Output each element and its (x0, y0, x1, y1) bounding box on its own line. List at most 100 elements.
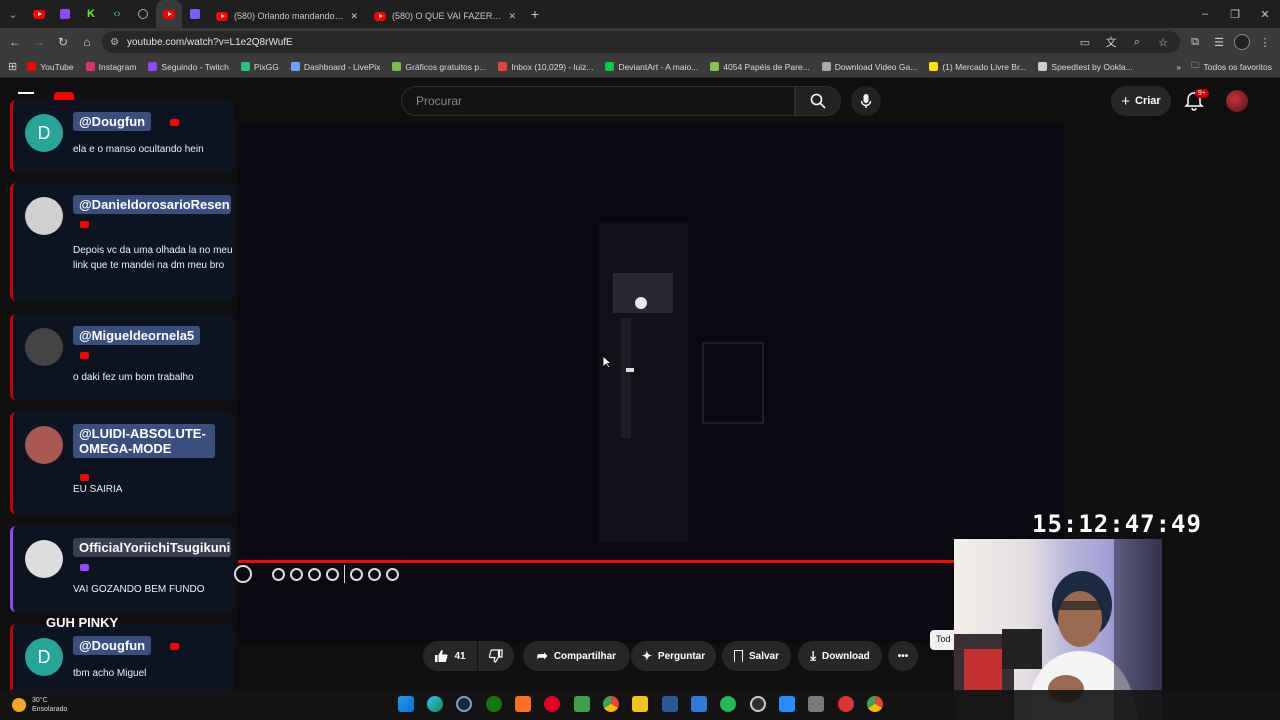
app-grid-icon[interactable] (808, 696, 824, 712)
steam-icon[interactable] (456, 696, 472, 712)
search-button[interactable] (795, 86, 841, 116)
close-window-button[interactable]: ✕ (1250, 8, 1280, 21)
bookmark-item[interactable]: Dashboard - LivePix (290, 62, 380, 72)
youtube-icon (374, 11, 386, 21)
bookmark-label: 4054 Papéis de Pare... (723, 61, 810, 72)
account-avatar[interactable] (1226, 90, 1248, 112)
bookmark-item[interactable]: YouTube (27, 61, 74, 72)
bookmark-favicon-icon (710, 62, 720, 71)
bookmark-item[interactable]: Seguindo - Twitch (148, 62, 229, 72)
edge-icon[interactable] (427, 696, 443, 712)
browser-tab[interactable]: (580) O QUE VAI FAZER AGORA ✕ (366, 4, 524, 28)
pinned-tab-globe[interactable] (130, 0, 156, 28)
bookmark-item[interactable]: PixGG (240, 62, 279, 72)
app-red-icon[interactable] (838, 696, 854, 712)
chat-username: @DanieldorosarioResen (73, 195, 231, 214)
browser-tab[interactable]: (580) Orlando mandando o pa ✕ (208, 4, 366, 28)
replay-icon[interactable] (234, 565, 252, 583)
chat-message: @LUIDI-ABSOLUTE-OMEGA-MODE EU SAIRIA (10, 412, 234, 514)
search-input[interactable]: Procurar (401, 86, 795, 116)
menu-kebab-icon[interactable]: ⋮ (1256, 36, 1274, 49)
pinned-tab-green[interactable]: ‹› (104, 0, 130, 28)
bookmark-label: YouTube (40, 61, 74, 72)
voice-search-button[interactable] (851, 86, 881, 116)
bookmark-label: Instagram (98, 61, 137, 72)
back-button[interactable]: ← (6, 35, 24, 49)
like-button[interactable]: 41 (423, 641, 477, 671)
create-button[interactable]: + Criar (1111, 86, 1171, 116)
app-terminal-icon[interactable] (662, 696, 678, 712)
bookmark-item[interactable]: DeviantArt - A maio... (605, 62, 698, 72)
translate-icon[interactable]: 文 (1102, 34, 1120, 50)
stream-timer: 15:12:47:49 (1032, 510, 1202, 538)
start-button-icon[interactable] (398, 696, 414, 712)
plus-icon: + (1121, 92, 1131, 110)
site-info-icon[interactable]: ⚙ (110, 37, 119, 48)
download-button[interactable]: ⤓ Download (798, 641, 882, 671)
pinned-tab-twitch[interactable] (52, 0, 78, 28)
video-progress-bar[interactable] (238, 560, 954, 563)
bookmark-favicon-icon (821, 62, 831, 71)
chat-username: OfficialYoriichiTsugikuni (73, 538, 231, 557)
ask-label: Perguntar (657, 650, 706, 662)
bookmark-item[interactable]: (1) Mercado Livre Br... (929, 62, 1026, 72)
browser-tab-strip: ⌄ K ‹› (580) Orlando mandando o pa ✕ (58… (0, 0, 1280, 28)
save-button[interactable]: Salvar (722, 641, 791, 671)
bookmark-item[interactable]: Inbox (10,029) - luiz... (498, 62, 593, 72)
new-tab-button[interactable]: + (524, 6, 546, 22)
app-green-b-icon[interactable] (574, 696, 590, 712)
circle-icon (350, 567, 363, 581)
pinned-tab-youtube-active[interactable] (156, 0, 182, 28)
spotify-icon[interactable] (720, 696, 736, 712)
bookmark-favicon-icon (85, 62, 95, 71)
cast-icon[interactable]: ▭ (1076, 36, 1094, 49)
minimize-button[interactable]: – (1190, 8, 1220, 20)
reading-list-icon[interactable]: ☰ (1210, 36, 1228, 49)
bookmarks-bar: ⊞ YouTube Instagram Seguindo - Twitch PixGG… (0, 56, 1280, 78)
notes-icon[interactable] (691, 696, 707, 712)
all-bookmarks-folder[interactable]: 🗀 Todos os favoritos (1191, 60, 1272, 74)
close-tab-icon[interactable]: ✕ (350, 11, 358, 22)
dislike-button[interactable] (478, 641, 514, 671)
more-bookmarks-chevron-icon[interactable]: » (1176, 62, 1181, 72)
pinned-tab-purple[interactable] (182, 0, 208, 28)
file-explorer-icon[interactable] (632, 696, 648, 712)
chrome-icon[interactable] (603, 696, 619, 712)
obs-icon[interactable] (750, 696, 766, 712)
close-tab-icon[interactable]: ✕ (508, 11, 516, 22)
xbox-icon[interactable] (486, 696, 502, 712)
bookmark-item[interactable]: Download Video Ga... (821, 62, 917, 72)
bookmark-item[interactable]: Speedtest by Ookla... (1038, 62, 1133, 72)
forward-button[interactable]: → (30, 35, 48, 49)
app-blue-icon[interactable] (779, 696, 795, 712)
apps-grid-icon[interactable]: ⊞ (8, 60, 17, 73)
pinned-tab-kick[interactable]: K (78, 0, 104, 28)
zoom-icon[interactable]: ⌕ (1128, 36, 1146, 49)
pinterest-icon[interactable] (544, 696, 560, 712)
address-bar[interactable]: ⚙ youtube.com/watch?v=L1e2Q8rWufE ▭ 文 ⌕ … (102, 31, 1180, 53)
reload-button[interactable]: ↻ (54, 35, 72, 49)
pinned-tab-youtube[interactable] (26, 0, 52, 28)
bookmark-item[interactable]: Gráficos gratuitos p... (392, 62, 486, 72)
windows-taskbar: 30°C Ensolarado (0, 690, 1280, 720)
app-orange-icon[interactable] (515, 696, 531, 712)
share-button[interactable]: ➦ Compartilhar (523, 641, 630, 671)
chat-avatar: D (25, 638, 63, 676)
profile-avatar[interactable] (1234, 34, 1250, 50)
chat-message: OfficialYoriichiTsugikuni VAI GOZANDO BEM… (10, 526, 234, 612)
chrome-active-icon[interactable] (867, 696, 883, 712)
bookmark-star-icon[interactable]: ☆ (1154, 36, 1172, 49)
weather-widget[interactable]: 30°C Ensolarado (12, 696, 67, 714)
tab-search-icon[interactable]: ⌄ (0, 0, 26, 28)
notifications-badge: 9+ (1195, 89, 1209, 98)
youtube-badge-icon (80, 352, 89, 359)
bookmark-item[interactable]: Instagram (85, 61, 137, 72)
bookmark-item[interactable]: 4054 Papéis de Pare... (710, 61, 810, 72)
restore-button[interactable]: ❐ (1220, 8, 1250, 21)
more-actions-button[interactable]: ••• (888, 641, 918, 671)
extensions-icon[interactable]: ⧉ (1186, 36, 1204, 49)
tab-title: (580) Orlando mandando o pa (234, 11, 345, 21)
chat-avatar (25, 426, 63, 464)
ask-button[interactable]: ✦ Perguntar (631, 641, 716, 671)
home-button[interactable]: ⌂ (78, 35, 96, 49)
